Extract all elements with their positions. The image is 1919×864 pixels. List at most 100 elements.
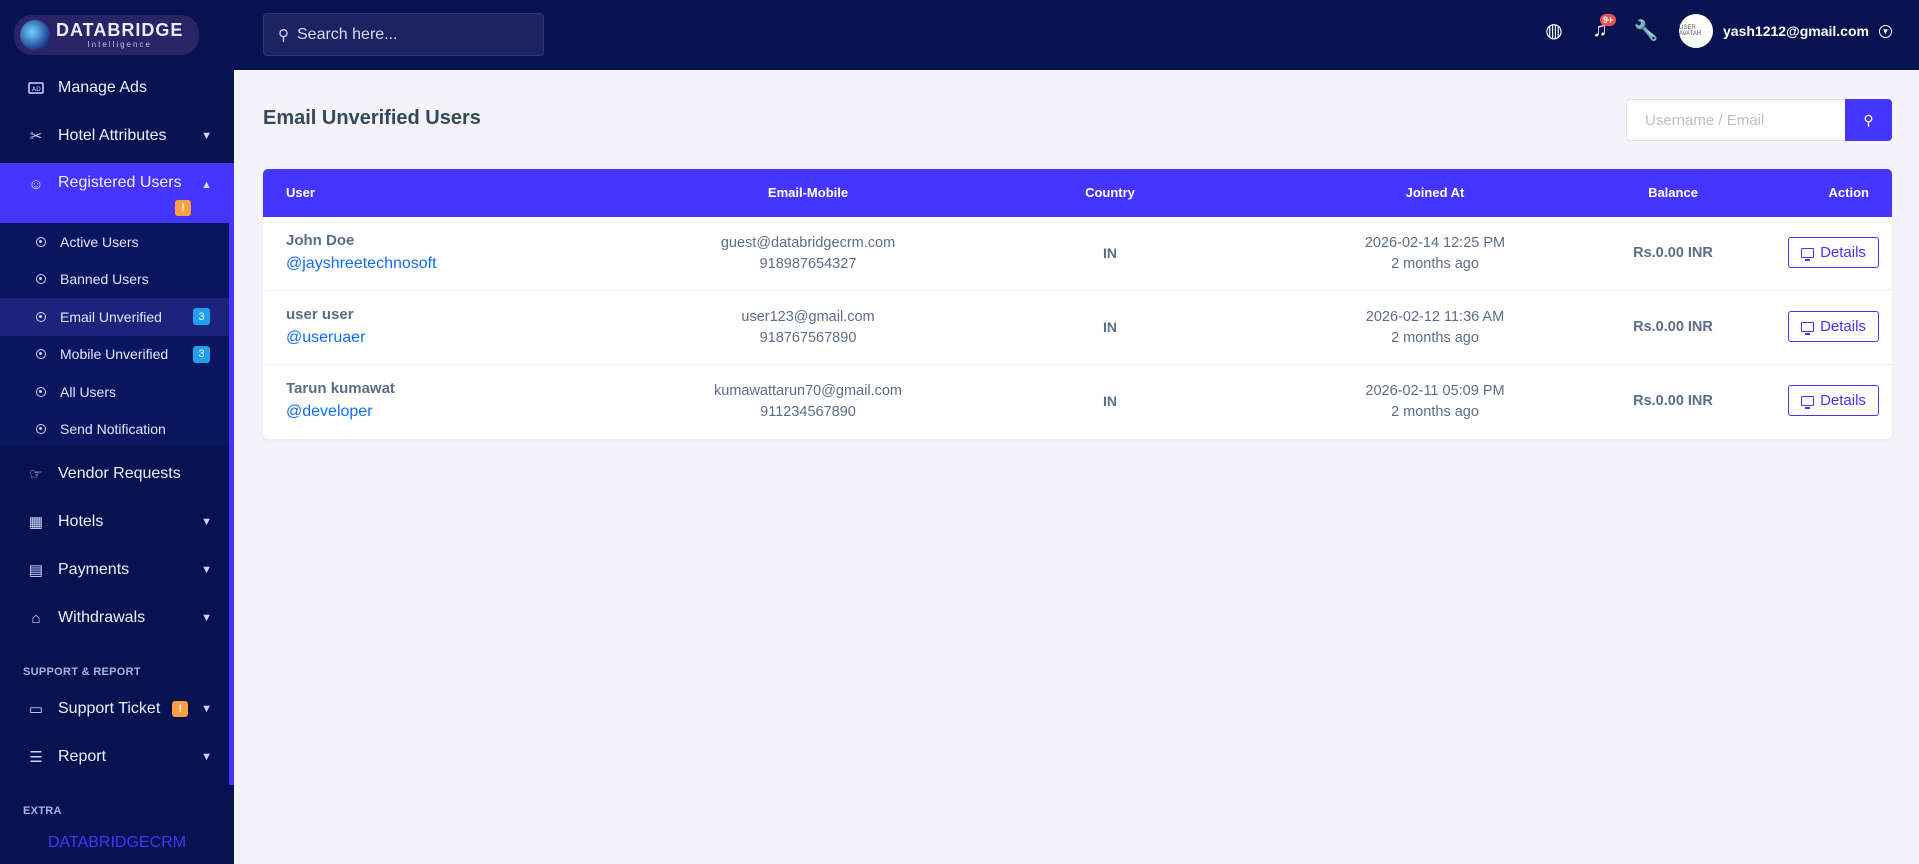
global-search[interactable]: ⚲ xyxy=(263,13,544,56)
subitem-label: All Users xyxy=(60,383,117,400)
username-email-filter-input[interactable] xyxy=(1626,99,1845,141)
subitem-label: Active Users xyxy=(60,233,139,250)
chevron-down-icon: ▼ xyxy=(201,564,212,576)
wrench-icon[interactable]: 🔧 xyxy=(1634,18,1659,42)
sidebar-item-report[interactable]: ☰ Report ▼ xyxy=(0,733,234,781)
username-link[interactable]: @jayshreetechnosoft xyxy=(286,255,437,273)
desktop-icon xyxy=(1801,395,1815,409)
section-title-support: SUPPORT & REPORT xyxy=(23,666,141,678)
search-icon: ⚲ xyxy=(278,26,289,44)
email-mobile-cell: kumawattarun70@gmail.com 911234567890 xyxy=(678,381,938,423)
sidebar-item-registered-users[interactable]: ☺ Registered Users ▲ ! xyxy=(0,163,234,223)
username-link[interactable]: @useruaer xyxy=(286,329,365,347)
joined-relative: 2 months ago xyxy=(1391,404,1479,420)
joined-date: 2026-02-11 05:09 PM xyxy=(1365,383,1505,399)
sidebar-item-label: Manage Ads xyxy=(58,79,147,96)
details-button[interactable]: Details xyxy=(1788,385,1879,416)
ticket-icon: ▭ xyxy=(28,701,44,718)
column-header-joined-at: Joined At xyxy=(1405,185,1465,200)
users-table: User Email-Mobile Country Joined At Bala… xyxy=(263,169,1892,439)
search-icon: ⚲ xyxy=(1863,111,1874,128)
footer-brand-link[interactable]: DATABRIDGECRM xyxy=(0,834,234,852)
sidebar-item-support-ticket[interactable]: ▭ Support Ticket ! ▼ xyxy=(0,685,234,733)
chevron-down-icon: ▼ xyxy=(1878,24,1892,38)
sidebar-item-manage-ads[interactable]: AD Manage Ads xyxy=(0,64,234,112)
svg-text:AD: AD xyxy=(32,86,41,93)
table-row: user user @useruaer user123@gmail.com 91… xyxy=(263,291,1892,365)
sidebar-subitem-all-users[interactable]: All Users xyxy=(0,373,229,411)
subitem-label: Send Notification xyxy=(60,421,166,438)
sidebar-item-withdrawals[interactable]: ⌂ Withdrawals ▼ xyxy=(0,594,234,642)
email-mobile-cell: user123@gmail.com 918767567890 xyxy=(678,307,938,349)
sidebar-subitem-banned-users[interactable]: Banned Users xyxy=(0,261,229,299)
circle-dot-icon xyxy=(36,424,46,435)
details-button[interactable]: Details xyxy=(1788,311,1879,342)
sidebar-item-label: Support Ticket xyxy=(58,700,161,717)
column-header-balance: Balance xyxy=(1648,185,1698,200)
sidebar-subitem-active-users[interactable]: Active Users xyxy=(0,223,229,261)
sidebar-item-payments[interactable]: ▤ Payments ▼ xyxy=(0,546,234,594)
sidebar-item-hotels[interactable]: ▦ Hotels ▼ xyxy=(0,498,234,546)
user-mobile: 918767567890 xyxy=(759,330,857,346)
country-code: IN xyxy=(1103,245,1117,261)
country-code: IN xyxy=(1103,393,1117,409)
username-link[interactable]: @developer xyxy=(286,403,373,421)
warning-badge: ! xyxy=(175,200,191,216)
details-label: Details xyxy=(1820,244,1866,261)
filter-search-button[interactable]: ⚲ xyxy=(1845,99,1892,141)
chevron-down-icon: ▼ xyxy=(201,751,212,763)
user-profile-menu[interactable]: USER AVATAR yash1212@gmail.com ▼ xyxy=(1679,14,1892,48)
chevron-down-icon: ▼ xyxy=(201,516,212,528)
count-badge: 3 xyxy=(193,345,210,363)
subitem-label: Mobile Unverified xyxy=(60,346,169,363)
circle-dot-icon xyxy=(36,236,46,247)
brand-tagline: Intelligence xyxy=(87,40,152,49)
desktop-icon xyxy=(1801,321,1815,335)
logo-icon xyxy=(20,20,50,50)
circle-dot-icon xyxy=(36,311,46,322)
sidebar-subitem-email-unverified[interactable]: Email Unverified 3 xyxy=(0,298,229,336)
sidebar-subitem-send-notification[interactable]: Send Notification xyxy=(0,411,229,449)
sidebar-item-label: Vendor Requests xyxy=(58,465,181,482)
details-label: Details xyxy=(1820,318,1866,335)
sidebar-subitem-mobile-unverified[interactable]: Mobile Unverified 3 xyxy=(0,336,229,374)
sidebar-item-vendor-requests[interactable]: ☞ Vendor Requests xyxy=(0,450,234,498)
user-email: yash1212@gmail.com xyxy=(1723,23,1869,39)
users-icon: ☺ xyxy=(28,175,44,193)
notification-bell[interactable]: ♫ 9+ xyxy=(1588,14,1617,42)
user-email: guest@databridgecrm.com xyxy=(720,235,896,251)
notification-count-badge: 9+ xyxy=(1600,14,1617,26)
logo[interactable]: DATABRIDGE Intelligence xyxy=(0,0,234,70)
country-code: IN xyxy=(1103,319,1117,335)
sidebar-item-hotel-attributes[interactable]: ✂ Hotel Attributes ▼ xyxy=(0,112,234,160)
balance: Rs.0.00 INR xyxy=(1633,319,1713,335)
bank-icon: ⌂ xyxy=(31,609,41,627)
logo-badge: DATABRIDGE Intelligence xyxy=(14,15,200,55)
user-email: user123@gmail.com xyxy=(741,309,875,325)
email-mobile-cell: guest@databridgecrm.com 918987654327 xyxy=(678,233,938,275)
sidebar-item-label: Payments xyxy=(58,561,130,578)
avatar: USER AVATAR xyxy=(1679,14,1713,48)
tools-icon: ✂ xyxy=(29,128,43,145)
balance: Rs.0.00 INR xyxy=(1633,245,1713,261)
chevron-down-icon: ▼ xyxy=(201,130,212,142)
circle-dot-icon xyxy=(36,349,46,360)
joined-at-cell: 2026-02-11 05:09 PM 2 months ago xyxy=(1335,381,1535,423)
details-button[interactable]: Details xyxy=(1788,237,1879,268)
building-icon: ▦ xyxy=(28,514,44,531)
subitem-label: Banned Users xyxy=(60,271,149,288)
column-header-action: Action xyxy=(1828,185,1869,200)
app: DATABRIDGE Intelligence AD Manage Ads ✂ … xyxy=(0,0,1919,864)
globe-icon[interactable]: ◍ xyxy=(1542,18,1566,42)
user-full-name: John Doe xyxy=(286,232,355,249)
desktop-icon xyxy=(1801,247,1815,261)
user-full-name: Tarun kumawat xyxy=(286,380,395,397)
sidebar-item-label: Registered Users xyxy=(58,174,182,191)
chevron-down-icon: ▼ xyxy=(201,612,212,624)
user-email: kumawattarun70@gmail.com xyxy=(714,383,902,399)
brand-name: DATABRIDGE xyxy=(56,20,184,40)
list-icon: ☰ xyxy=(29,749,43,766)
sidebar: DATABRIDGE Intelligence AD Manage Ads ✂ … xyxy=(0,0,234,864)
search-input[interactable] xyxy=(297,25,517,44)
joined-at-cell: 2026-02-12 11:36 AM 2 months ago xyxy=(1335,307,1535,349)
